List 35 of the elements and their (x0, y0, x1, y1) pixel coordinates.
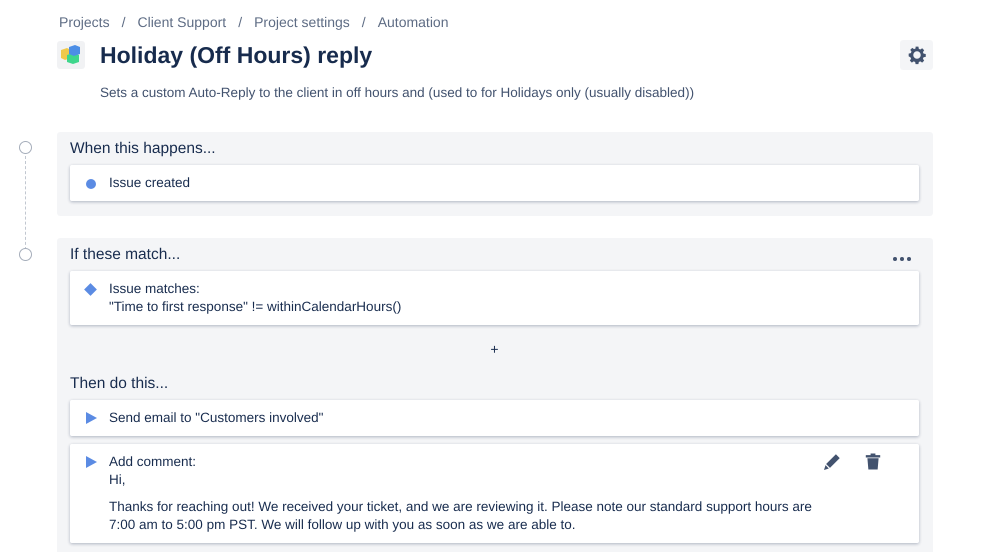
step-circle (19, 248, 32, 261)
breadcrumb-separator: / (362, 14, 366, 30)
card-text: Hi, (109, 471, 126, 489)
section-heading: When this happens... (70, 140, 217, 157)
rule-description: Sets a custom Auto-Reply to the client in off hours and (used to for Holidays only (usually disabled)) (100, 85, 696, 100)
card-text: Thanks for reaching out! We received your ticket, and we are reviewing it. Please note our standard support hours are 7:00 am to 5:00 pm PST. We will follow up with you as soon as we are able to. (109, 498, 813, 534)
breadcrumb-link[interactable]: Automation (378, 14, 449, 30)
dot-icon (86, 179, 96, 189)
cubes-icon (57, 41, 85, 69)
pencil-icon[interactable] (824, 453, 841, 470)
breadcrumb-link[interactable]: Client Support (137, 14, 226, 30)
triangle-icon (86, 456, 97, 468)
rule-title: Holiday (Off Hours) reply (100, 42, 374, 68)
settings-icon (906, 45, 926, 65)
component-card[interactable]: Issue matches: "Time to first response" != withinCalendarHours() (70, 271, 919, 325)
card-text: Add comment: (109, 453, 198, 471)
breadcrumb-separator: / (238, 14, 242, 30)
section-heading: Then do this... (70, 375, 170, 392)
component-card[interactable]: Issue created (70, 165, 919, 201)
breadcrumb-link[interactable]: Project settings (254, 14, 350, 30)
card-text: Issue matches: (109, 280, 201, 298)
step-circle (19, 141, 32, 154)
more-icon[interactable] (893, 256, 911, 260)
trash-icon[interactable] (865, 453, 881, 470)
card-text: "Time to first response" != withinCalendarHours() (109, 298, 402, 316)
card-text: Issue created (109, 174, 192, 192)
component-card[interactable]: Send email to "Customers involved" (70, 400, 919, 436)
breadcrumb-link[interactable]: Projects (59, 14, 110, 30)
section-heading: If these match... (70, 246, 180, 263)
triangle-icon (86, 412, 97, 424)
settings-button[interactable] (900, 40, 933, 70)
component-card[interactable] (70, 444, 919, 543)
card-text: Send email to "Customers involved" (109, 409, 324, 427)
breadcrumb-separator: / (122, 14, 126, 30)
add-component-button[interactable]: + (486, 341, 503, 357)
